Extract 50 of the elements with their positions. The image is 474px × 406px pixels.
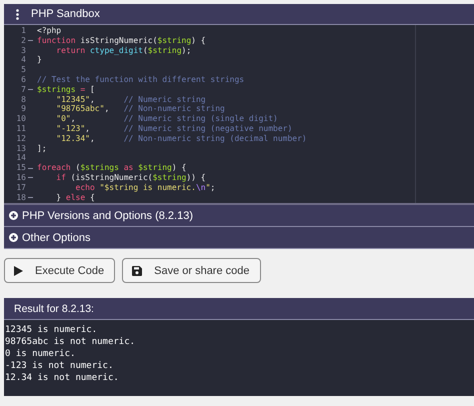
code-line: ]; <box>37 144 47 154</box>
output-line: 98765abc is not numeric. <box>5 336 136 348</box>
line-number: 11 <box>15 124 26 134</box>
line-number: 1 <box>20 26 26 36</box>
line-number: 18 <box>15 192 26 202</box>
line-number: 15 <box>15 163 26 173</box>
line-number: 13 <box>15 144 26 154</box>
menu-icon[interactable] <box>16 8 19 20</box>
code-line: "98765abc", // Non-numeric string <box>55 104 225 114</box>
line-number: 14 <box>15 153 26 164</box>
line-number: 10 <box>15 114 26 124</box>
code-line: return ctype_digit($string); <box>55 46 192 56</box>
result-title: Result for 8.2.13: <box>14 302 94 314</box>
code-editor[interactable] <box>4 25 474 205</box>
output-line: 0 is numeric. <box>5 348 76 360</box>
code-line: // Test the function with different strings <box>37 74 244 85</box>
line-number: 9 <box>20 104 26 114</box>
line-number: 17 <box>15 182 26 193</box>
code-line: foreach ($strings as $string) { <box>37 163 186 173</box>
code-line: $strings = [ <box>37 84 95 95</box>
execute-button[interactable]: Execute Code <box>4 258 116 283</box>
line-number: 6 <box>20 74 26 85</box>
line-number: 2 <box>20 36 26 46</box>
section-label: PHP Versions and Options (8.2.13) <box>22 210 194 222</box>
save-button[interactable]: Save or share code <box>122 258 260 283</box>
output-line: -123 is not numeric. <box>5 360 114 372</box>
line-number: 12 <box>15 134 26 144</box>
line-number: 8 <box>20 94 26 104</box>
code-line: function isStringNumeric($string) { <box>37 36 206 46</box>
line-number: 7 <box>20 84 26 95</box>
accordion-header[interactable]: PHP Versions and Options (8.2.13) <box>4 205 474 227</box>
code-line: echo "$string is numeric.\n"; <box>74 182 216 193</box>
code-line: "12345", // Numeric string <box>55 94 206 104</box>
line-number: 5 <box>20 65 26 75</box>
code-line: if (isStringNumeric($string)) { <box>55 172 206 183</box>
code-line: "0", // Numeric string (single digit) <box>55 114 278 124</box>
code-line: <?php <box>37 26 62 36</box>
window-title: PHP Sandbox <box>31 8 100 20</box>
code-line: } <box>37 55 42 66</box>
code-line: "12.34", // Non-numeric string (decimal number) <box>55 134 307 144</box>
output-line: 12345 is numeric. <box>5 324 98 336</box>
line-number: 16 <box>15 172 26 183</box>
line-number: 3 <box>20 46 26 56</box>
line-number: 4 <box>20 55 26 66</box>
output-line: 12.34 is not numeric. <box>5 372 120 384</box>
section-label: Other Options <box>22 232 90 244</box>
play-icon <box>14 266 23 276</box>
code-line: "-123", // Numeric string (negative number) <box>55 124 292 134</box>
code-line: } else { <box>55 192 95 202</box>
accordion-header[interactable]: Other Options <box>4 227 474 249</box>
